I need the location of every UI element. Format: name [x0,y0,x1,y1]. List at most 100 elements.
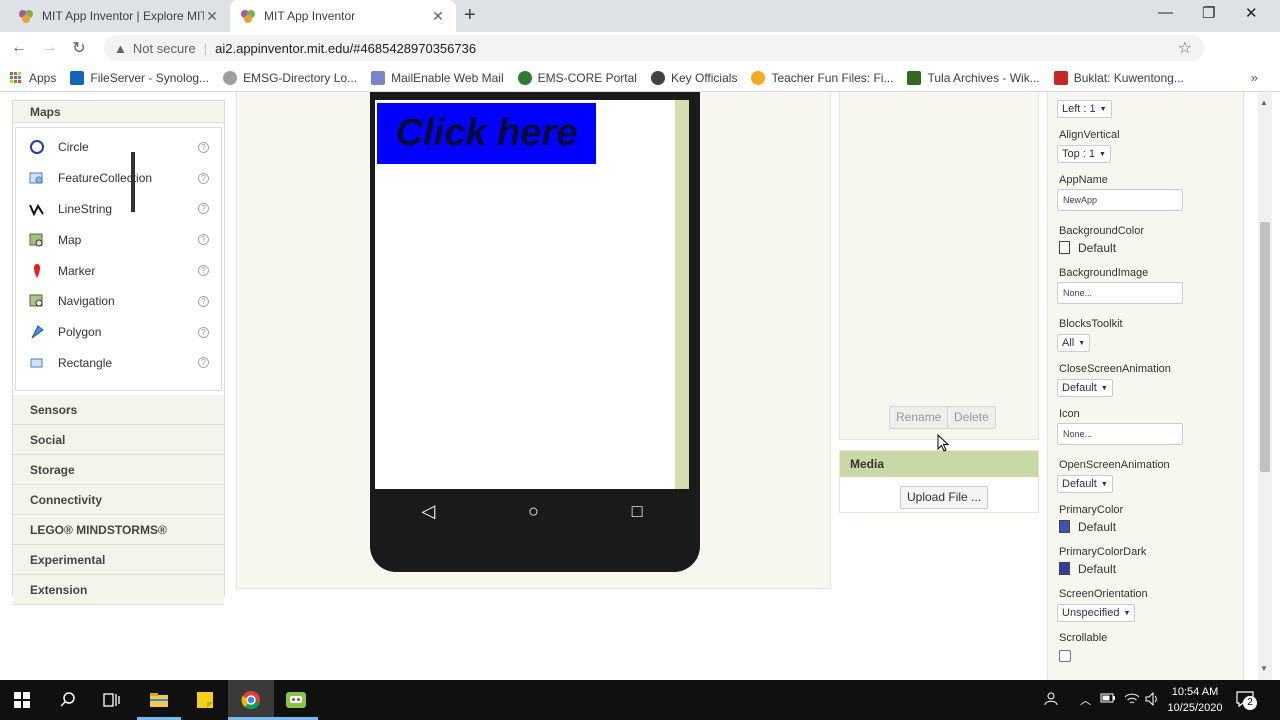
palette-category-storage[interactable]: Storage [13,455,224,485]
bookmark-key-officials[interactable]: Key Officials [650,70,737,85]
people-icon[interactable] [1044,692,1058,709]
component-label: Rectangle [58,355,113,370]
open-screen-animation-select[interactable]: Default ▼ [1057,475,1113,493]
background-color-picker[interactable]: Default [1059,241,1116,255]
prop-label-appname: AppName [1059,174,1108,186]
rectangle-icon [28,354,46,372]
component-label: Marker [58,263,96,278]
palette-category-maps[interactable]: Maps [13,101,224,123]
bookmark-fileserver[interactable]: FileServer - Synolog... [70,70,209,85]
new-tab-icon[interactable]: + [464,4,476,27]
tab-explore[interactable]: MIT App Inventor | Explore MIT A ✕ [8,0,230,32]
help-icon[interactable]: ? [198,141,209,153]
align-vertical-select[interactable]: Top : 1 ▼ [1057,145,1111,163]
window-close-icon[interactable]: ✕ [1245,4,1258,22]
palette-item-polygon[interactable]: Polygon ? [16,317,221,348]
palette-category-sensors[interactable]: Sensors [13,395,224,425]
maps-component-list: Circle ? FeatureCollection ? LineString … [15,127,222,391]
bookmark-ems-core[interactable]: EMS-CORE Portal [517,70,637,85]
scroll-down-icon[interactable]: ▼ [1260,664,1268,673]
reload-icon[interactable]: ↻ [68,38,90,58]
polygon-icon [28,323,46,341]
icon-picker[interactable]: None... [1057,423,1183,445]
rename-button[interactable]: Rename [889,406,949,429]
help-icon[interactable]: ? [198,234,209,246]
restore-icon[interactable]: ❐ [1202,4,1215,22]
background-image-picker[interactable]: None... [1057,282,1183,304]
sticky-notes-icon[interactable] [193,688,217,712]
upload-file-button[interactable]: Upload File ... [900,486,989,509]
notification-count-badge: 2 [1243,696,1257,710]
help-icon[interactable]: ? [198,265,209,277]
map-icon [28,231,46,249]
volume-icon[interactable] [1145,691,1159,709]
palette-category-social[interactable]: Social [13,425,224,455]
bookmark-label: Tula Archives - Wik... [927,70,1040,85]
bookmark-buklat[interactable]: Buklat: Kuwentong... [1053,70,1184,85]
battery-icon[interactable] [1100,692,1116,707]
delete-button[interactable]: Delete [947,406,996,429]
tab-app-inventor[interactable]: MIT App Inventor ✕ [230,0,456,32]
palette-category-lego-mindstorms[interactable]: LEGO® MINDSTORMS® [13,515,224,545]
help-icon[interactable]: ? [198,326,209,338]
help-icon[interactable]: ? [198,357,209,369]
scrollbar-thumb[interactable] [1260,222,1270,472]
palette-item-rectangle[interactable]: Rectangle ? [16,348,221,379]
dropdown-caret-icon: ▼ [1100,385,1108,392]
palette-item-map[interactable]: Map ? [16,224,221,255]
help-icon[interactable]: ? [198,203,209,215]
windows-start-icon[interactable] [10,688,34,712]
close-screen-animation-select[interactable]: Default ▼ [1057,379,1113,397]
phone-screen[interactable]: Click here [375,100,689,489]
scrollable-checkbox[interactable] [1059,650,1071,662]
primary-color-picker[interactable]: Default [1059,520,1116,534]
tab-close-icon[interactable]: ✕ [204,8,220,25]
address-bar[interactable]: ▲ Not secure | ai2.appinventor.mit.edu/#… [104,35,1204,61]
chrome-icon[interactable] [239,688,263,712]
blocks-toolkit-select[interactable]: All ▼ [1057,334,1091,352]
page-scrollbar[interactable]: ▲ ▼ [1258,92,1272,680]
palette-category-extension[interactable]: Extension [13,575,224,605]
back-icon[interactable]: ← [8,39,30,57]
show-hidden-icons[interactable]: ︿ [1080,692,1091,708]
tab-close-icon[interactable]: ✕ [430,8,446,25]
palette-item-circle[interactable]: Circle ? [16,132,221,163]
clock-time: 10:54 AM [1171,686,1219,698]
palette-category-connectivity[interactable]: Connectivity [13,485,224,515]
palette-item-navigation[interactable]: Navigation ? [16,286,221,317]
palette-item-marker[interactable]: Marker ? [16,255,221,286]
search-icon[interactable] [56,688,80,712]
click-here-button[interactable]: Click here [377,103,596,164]
palette-item-linestring[interactable]: LineString ? [16,194,221,225]
book-icon [1053,70,1068,85]
bookmark-star-icon[interactable]: ☆ [1178,38,1192,58]
app-inventor-companion-icon[interactable] [284,688,308,712]
file-explorer-icon[interactable] [147,688,171,712]
task-view-icon[interactable] [100,688,124,712]
primary-color-dark-picker[interactable]: Default [1059,562,1116,576]
help-icon[interactable]: ? [198,172,209,184]
bookmark-apps[interactable]: Apps [10,71,56,85]
bookmark-label: Apps [29,70,57,85]
media-panel: Media Upload File ... [839,450,1039,513]
minimize-icon[interactable]: — [1158,4,1173,21]
system-clock[interactable]: 10:54 AM 10/25/2020 [1162,684,1228,716]
palette-item-featurecollection[interactable]: FeatureCollection ? [16,163,221,194]
wifi-icon[interactable] [1124,692,1140,709]
bookmark-mailenable[interactable]: MailEnable Web Mail [371,70,504,85]
align-horizontal-select[interactable]: Left : 1 ▼ [1057,100,1112,118]
bookmark-tula[interactable]: Tula Archives - Wik... [907,70,1040,85]
scroll-up-icon[interactable]: ▲ [1260,98,1268,107]
component-label: Circle [58,140,89,155]
screen-orientation-select[interactable]: Unspecified ▼ [1057,604,1136,622]
not-secure-label: Not secure [132,40,196,56]
app-name-input[interactable]: NewApp [1057,189,1183,211]
help-icon[interactable]: ? [198,295,209,307]
bookmark-emsg[interactable]: EMSG-Directory Lo... [223,70,357,85]
bookmark-teacher-fun[interactable]: Teacher Fun Files: Fi... [751,70,893,85]
palette-panel: Maps Circle ? FeatureCollection ? LineSt… [12,100,225,605]
palette-category-experimental[interactable]: Experimental [13,545,224,575]
more-bookmarks-icon[interactable]: » [1251,70,1258,85]
android-back-icon: ◁ [421,500,436,521]
forward-icon[interactable]: → [38,39,60,57]
